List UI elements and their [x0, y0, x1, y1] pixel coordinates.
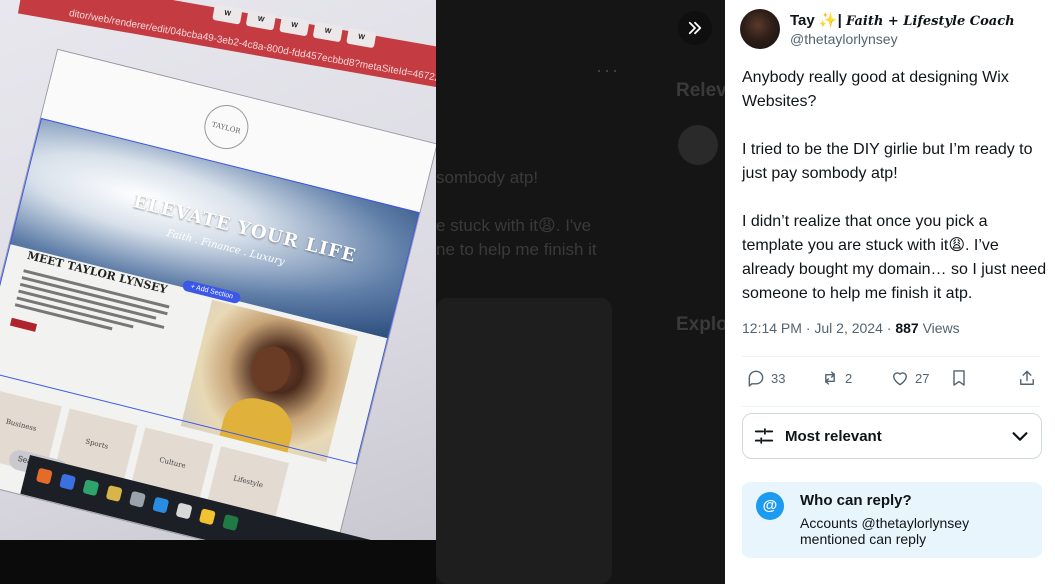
ghost-text-line: sombody atp! [436, 168, 539, 187]
taskbar-app-icon [198, 508, 216, 526]
tweet-author: Tay ✨| Faith + Lifestyle Coach @thetaylo… [740, 9, 1055, 49]
author-display-name[interactable]: Tay ✨| Faith + Lifestyle Coach [790, 11, 1055, 29]
ghost-text-line: ne to help me finish it [436, 240, 597, 259]
taskbar-app-icon [152, 496, 170, 514]
tweet-text: Anybody really good at designing Wix Web… [742, 66, 1047, 306]
taskbar-app-icon [128, 490, 146, 508]
taskbar-app-icon [59, 473, 77, 491]
views-count: 887 [895, 320, 919, 336]
taskbar-app-icon [175, 502, 193, 520]
at-sign-icon: @ [756, 492, 784, 520]
taskbar-app-icon [82, 479, 100, 497]
views-label: Views [922, 320, 960, 336]
tweet-actions: 33 2 27 [742, 368, 1042, 396]
share-button[interactable] [1017, 368, 1037, 388]
taskbar-app-icon [222, 514, 240, 532]
taskbar-app-icon [105, 485, 123, 502]
like-button[interactable]: 27 [890, 368, 929, 388]
avatar[interactable] [740, 9, 780, 49]
media-viewer: Relev sombody atp! e stuck with it😩. I'v… [0, 0, 725, 584]
tweet-paragraph: Anybody really good at designing Wix Web… [742, 69, 1009, 110]
author-name: Tay ✨| [790, 12, 842, 29]
reply-restriction-description: Accounts @thetaylorlynsey mentioned can … [800, 515, 970, 547]
ghost-heading: Relev [676, 80, 725, 101]
divider [742, 356, 1040, 357]
bookmark-icon [953, 370, 965, 386]
repost-button[interactable]: 2 [820, 368, 852, 388]
tweet-detail-panel: Tay ✨| Faith + Lifestyle Coach @thetaylo… [725, 0, 1055, 584]
ghost-heading: Explo [676, 314, 725, 335]
tweet-paragraph: I didn’t realize that once you pick a te… [742, 213, 1047, 302]
reply-restriction-notice: @ Who can reply? Accounts @thetaylorlyns… [742, 482, 1042, 558]
tweet-timestamp[interactable]: 12:14 PM · Jul 2, 2024 · 887 Views [742, 320, 960, 336]
ghost-avatar [678, 125, 718, 165]
ghost-text-line: e stuck with it😩. I've [436, 216, 592, 235]
divider [742, 406, 1040, 407]
repost-count: 2 [845, 370, 853, 386]
repost-icon [825, 371, 835, 385]
tweet-paragraph: I tried to be the DIY girlie but I’m rea… [742, 141, 1033, 182]
author-handle[interactable]: @thetaylorlynsey [790, 31, 1055, 47]
sliders-icon [754, 428, 774, 444]
tweet-photo[interactable]: ditor/web/renderer/edit/04bcba49-3eb2-4c… [0, 0, 436, 584]
site-logo: TAYLOR [199, 100, 254, 154]
reply-count: 33 [771, 370, 786, 386]
reply-sort-dropdown[interactable]: Most relevant [742, 413, 1042, 459]
reply-button[interactable]: 33 [746, 368, 785, 388]
laptop-screen: ditor/web/renderer/edit/04bcba49-3eb2-4c… [0, 0, 436, 540]
chevron-down-icon [1012, 432, 1028, 441]
ghost-media-card [436, 298, 612, 584]
site-about-button [9, 317, 38, 332]
double-chevron-right-icon [688, 21, 702, 35]
sort-label: Most relevant [785, 427, 882, 445]
reply-restriction-title: Who can reply? [800, 492, 912, 509]
like-count: 27 [915, 370, 930, 386]
taskbar-app-icon [35, 467, 53, 485]
more-icon: ··· [596, 60, 620, 80]
bookmark-button[interactable] [949, 368, 969, 388]
heart-icon [893, 372, 907, 386]
tweet-time: 12:14 PM · Jul 2, 2024 · [742, 320, 892, 336]
share-icon [1020, 370, 1034, 385]
expand-panel-button[interactable] [678, 11, 712, 45]
reply-icon [748, 370, 764, 387]
author-name-tagline: Faith + Lifestyle Coach [845, 14, 1015, 29]
